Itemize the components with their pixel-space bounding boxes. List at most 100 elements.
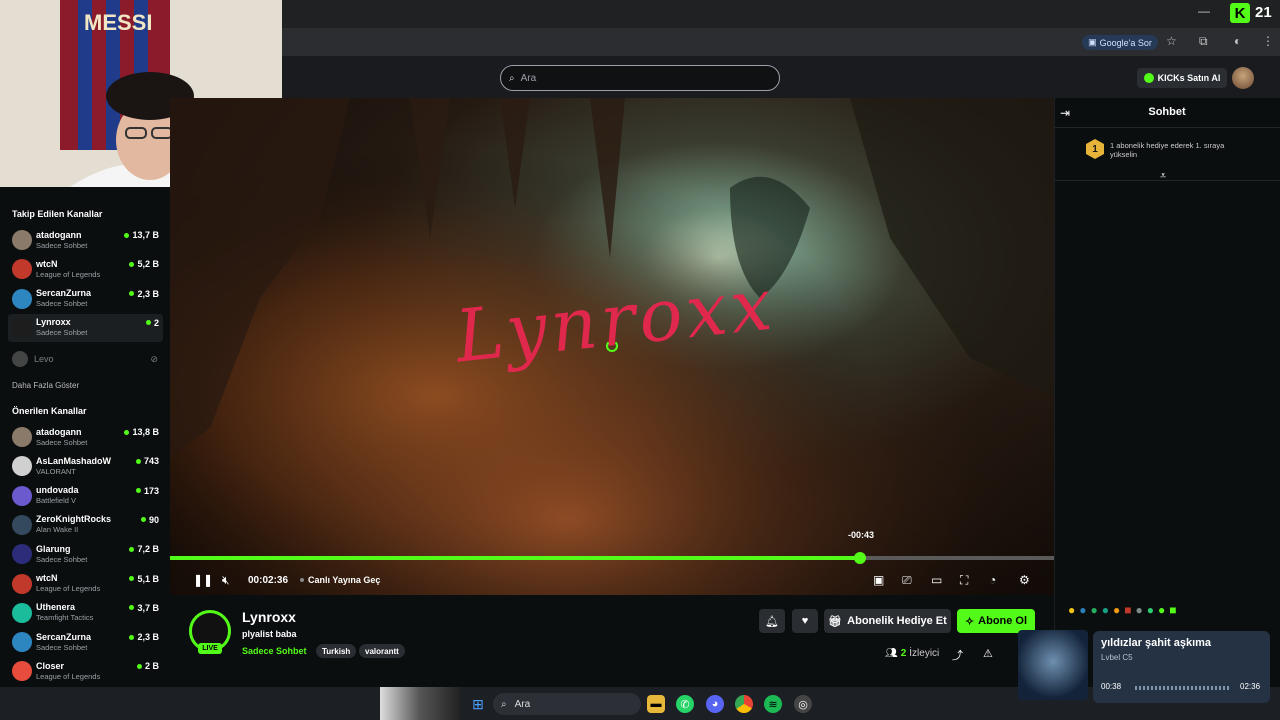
spotify-icon[interactable]: ≋ [764,695,782,713]
follow-heart-button[interactable]: ♥ [792,609,818,633]
kicks-coin-icon [1143,73,1154,83]
whatsapp-icon[interactable]: ✆ [676,695,694,713]
sidebar-followed-item-3[interactable]: Lynroxx Sadece Sohbet 2 [8,313,163,342]
speed-icon[interactable]: ◔ [989,573,996,587]
emote-icon[interactable]: ● [1091,603,1098,619]
channel-category: Sadece Sohbet [36,554,88,564]
show-more-link[interactable]: Daha Fazla Göster [12,381,79,390]
channel-name: AsLanMashadoW [36,455,112,466]
channel-name: wtcN [36,258,58,269]
theater-mode-icon[interactable]: ▭ [931,573,942,587]
sidebar-recommended-item-7[interactable]: SercanZurna Sadece Sohbet 2,3 B [8,628,163,656]
streamer-name[interactable]: Lynroxx [242,609,296,625]
taskbar-search-input[interactable]: ⌕ Ara [493,693,641,715]
profile-icon[interactable]: ◐ [1234,34,1241,48]
seek-bar-progress [170,556,860,560]
buy-kicks-label: KICKs Satın Al [1157,73,1221,83]
avatar [12,427,32,447]
search-input[interactable]: ⌕ Ara [500,65,780,91]
share-icon[interactable]: ⤴ [952,647,963,663]
tag-valorantt[interactable]: valorantt [359,644,405,658]
channel-name: wtcN [36,573,58,583]
artist-name: Lvbel C5 [1101,653,1133,662]
loading-spinner-icon [606,340,618,352]
channel-category: Battlefield V [36,496,77,506]
bookmark-star-icon[interactable]: ☆ [1166,34,1177,48]
live-dot-icon [129,546,135,552]
clip-icon[interactable]: ⎚ [902,573,912,588]
sidebar-recommended-item-0[interactable]: atadogann Sadece Sohbet 13,8 B [8,423,163,451]
heart-icon: ♥ [801,615,809,627]
emote-icon[interactable]: ● [1102,603,1109,619]
file-explorer-icon[interactable]: ▬ [647,695,665,713]
media-progress-bar[interactable] [1135,686,1231,690]
sidebar-followed-item-0[interactable]: atadogann Sadece Sohbet 13,7 B [8,226,163,254]
gift-sub-button[interactable]: 🎁︎ Abonelik Hediye Et [824,609,951,633]
buy-kicks-button[interactable]: KICKs Satın Al [1137,68,1227,88]
viewer-count-value: 5,1 B [137,573,159,584]
avatar [12,317,32,338]
viewer-count-label: İzleyici [909,648,940,659]
pause-icon[interactable]: ❚❚ [193,573,213,587]
stream-category-link[interactable]: Sadece Sohbet [242,646,307,656]
viewer-count-value: 90 [148,514,159,525]
report-icon[interactable]: ⚠ [983,647,993,660]
sidebar-recommended-item-3[interactable]: ZeroKnightRocks Alan Wake II 90 [8,511,163,539]
emote-icon[interactable]: ■ [1169,603,1176,619]
sparkle-icon: ✧ [964,615,975,628]
minimize-icon[interactable]: — [1198,4,1210,18]
search-icon: ⌕ [501,698,507,710]
emote-icon[interactable]: ● [1113,603,1120,619]
sidebar-recommended-item-2[interactable]: undovada Battlefield V 173 [8,482,163,510]
emote-icon[interactable]: ● [1068,603,1075,619]
viewer-count-value: 7,2 B [137,544,159,555]
live-dot-icon [129,605,135,611]
sidebar-recommended-item-6[interactable]: Uthenera Teamfight Tactics 3,7 B [8,599,163,627]
viewer-count: 2 [145,318,159,328]
viewer-count: 2,3 B [129,632,159,642]
sidebar: Takip Edilen Kanallar atadogann Sadece So… [0,187,170,700]
channel-name: undovada [36,485,79,496]
emote-icon[interactable]: ● [1136,603,1143,619]
channel-category: League of Legends [36,671,101,681]
emote-icon[interactable]: ● [1079,603,1086,619]
channel-category: Teamfight Tactics [36,613,94,623]
gift-sub-label: Abonelik Hediye Et [847,615,947,627]
browser-menu-icon[interactable]: ⋮ [1262,34,1274,48]
discord-icon[interactable]: ◕ [706,695,724,713]
emote-bar[interactable]: ● ● ● ● ● ■ ● ● ● ■ [1068,603,1268,619]
emote-icon[interactable]: ● [1147,603,1154,619]
viewer-count-value: 2 [900,648,907,659]
sidebar-recommended-item-1[interactable]: AsLanMashadoW VALORANT 743 [8,452,163,480]
media-popup[interactable]: yıldızlar şahit aşkıma Lvbel C5 00:38 02… [1093,631,1270,703]
sidebar-recommended-item-5[interactable]: wtcN League of Legends 5,1 B [8,570,163,598]
emote-icon[interactable]: ● [1158,603,1165,619]
sidebar-followed-item-2[interactable]: SercanZurna Sadece Sohbet 2,3 B [8,285,163,313]
tag-turkish[interactable]: Turkish [316,644,357,658]
emote-icon[interactable]: ■ [1124,603,1131,619]
seek-bar-handle[interactable] [854,552,866,564]
avatar [12,632,32,653]
sidebar-followed-item-1[interactable]: wtcN League of Legends 5,2 B [8,255,163,283]
miniplayer-icon[interactable]: ▣ [873,573,884,587]
settings-gear-icon[interactable]: ⚙ [1019,573,1030,587]
expand-leaderboard-icon[interactable]: ⩡ [1160,170,1166,183]
google-ask-button[interactable]: ▣ Google'a Sor [1082,35,1158,50]
sidebar-recommended-item-8[interactable]: Closer League of Legends 2 B [8,657,163,685]
app-icon[interactable]: ◎ [794,695,812,713]
chrome-icon[interactable] [735,695,753,713]
sidebar-recommended-item-4[interactable]: Glarung Sadece Sohbet 7,2 B [8,540,163,568]
windows-start-icon[interactable]: ⊞ [469,695,487,713]
user-avatar[interactable] [1232,67,1254,89]
mute-icon[interactable]: 🔇︎ [222,573,230,588]
extensions-icon[interactable]: ⧉ [1199,34,1208,49]
video-player[interactable]: Lynroxx [170,98,1054,595]
offline-channel[interactable]: Levo ⊘ [12,351,162,367]
channel-category: League of Legends [36,269,101,279]
go-live-button[interactable]: Canlı Yayına Geç [300,575,380,585]
fullscreen-icon[interactable]: ⛶ [960,573,968,588]
notification-bell-button[interactable]: 🔔︎ [759,609,785,633]
viewer-count-value: 2,3 B [137,632,159,643]
site-header [282,56,1280,98]
channel-category: Sadece Sohbet [36,437,88,447]
